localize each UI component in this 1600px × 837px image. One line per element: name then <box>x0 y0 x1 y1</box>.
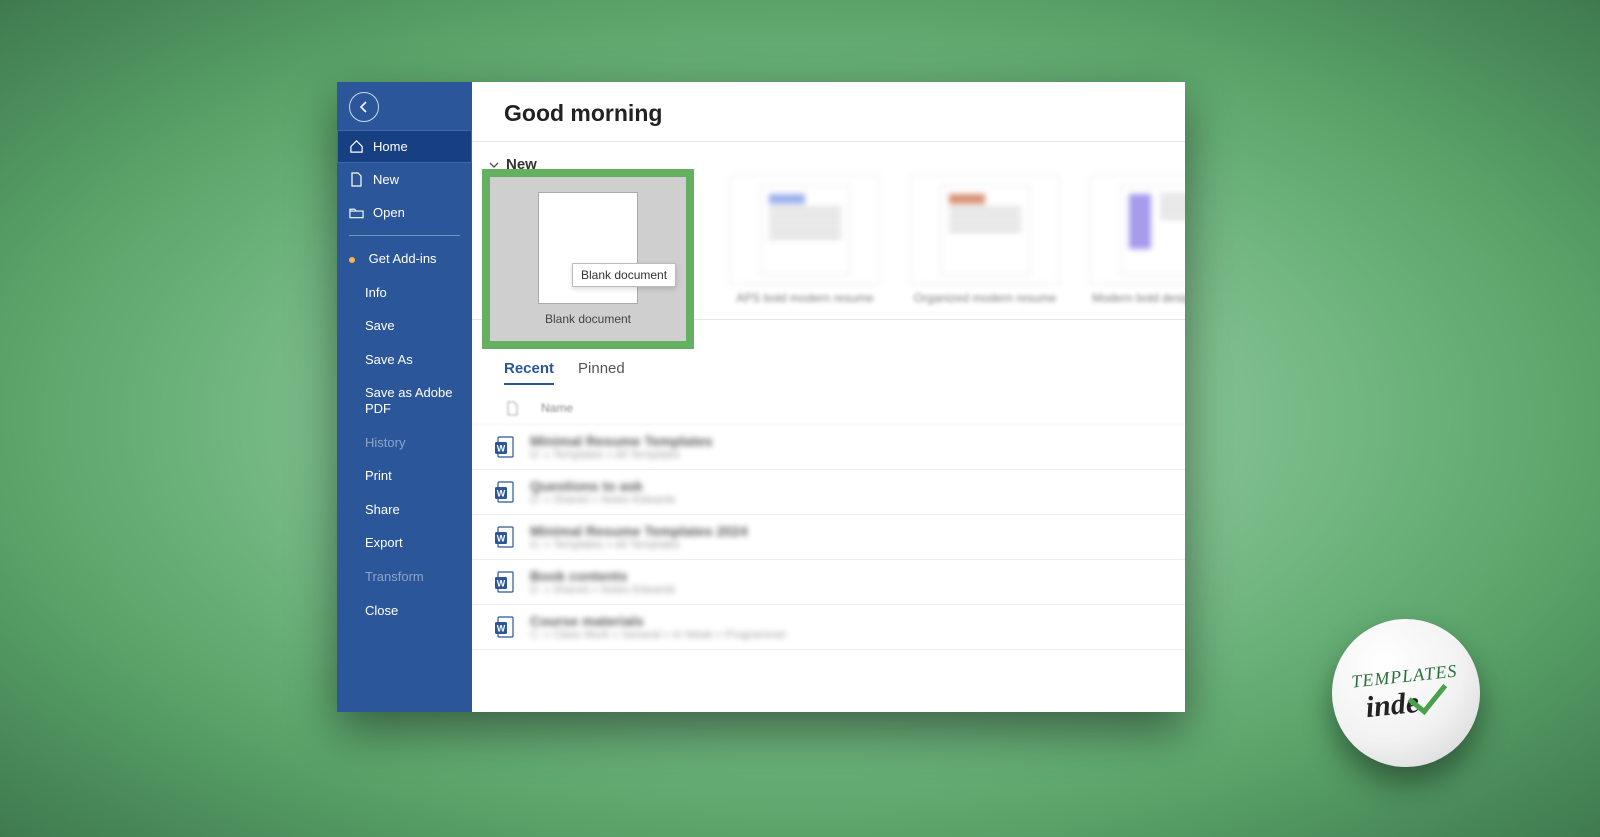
document-icon <box>506 401 519 416</box>
template-label: Modern bold designer res... <box>1090 291 1185 305</box>
sidebar-item-label: Share <box>365 502 400 517</box>
doc-path: C: » Class Work » General » In Week » Pr… <box>530 629 786 641</box>
sidebar-item-label: Transform <box>365 569 424 584</box>
word-start-window: Home New Open Get Add-ins Info Save Save… <box>337 82 1185 712</box>
backstage-sidebar: Home New Open Get Add-ins Info Save Save… <box>337 82 472 712</box>
word-doc-icon: W <box>494 480 516 504</box>
sidebar-item-label: Open <box>373 205 405 220</box>
main-content: Good morning New Blank document Blank do… <box>472 82 1185 712</box>
recent-doc-row[interactable]: W Course materialsC: » Class Work » Gener… <box>472 605 1185 650</box>
sidebar-item-label: Save <box>365 318 395 333</box>
folder-open-icon <box>349 205 364 220</box>
doc-title: Minimal Resume Templates 2024 <box>530 523 748 539</box>
template-card[interactable]: APS bold modern resume <box>730 175 880 305</box>
home-icon <box>349 139 364 154</box>
sidebar-item-label: New <box>373 172 399 187</box>
sidebar-item-label: Save As <box>365 352 413 367</box>
doc-path: D: » Shared » Notes Edwards <box>530 494 676 506</box>
sidebar-item-new[interactable]: New <box>337 163 472 196</box>
sidebar-item-label: Export <box>365 535 403 550</box>
svg-text:W: W <box>497 489 506 499</box>
templates-row: Blank document Blank document APS bold m… <box>472 175 1185 319</box>
column-header-name: Name <box>541 401 573 416</box>
logo-text: TEMPLATES inde <box>1350 660 1462 726</box>
sidebar-item-print[interactable]: Print <box>337 459 472 493</box>
sidebar-item-save-as[interactable]: Save As <box>337 343 472 377</box>
recent-documents-list: WMinimal Resume TemplatesD: » Templates … <box>472 425 1185 650</box>
templates-index-logo: TEMPLATES inde <box>1332 619 1480 767</box>
tab-pinned[interactable]: Pinned <box>578 360 625 385</box>
sidebar-item-history: History <box>337 426 472 460</box>
template-label: Organized modern resume <box>910 291 1060 305</box>
template-thumb-icon <box>730 175 880 285</box>
recent-doc-row[interactable]: W Questions to askD: » Shared » Notes Edw… <box>472 470 1185 515</box>
sidebar-item-label: Get Add-ins <box>369 251 437 266</box>
doc-path: D: » Shared » Notes Edwards <box>530 584 676 596</box>
back-button[interactable] <box>349 92 379 122</box>
doc-title: Book contents <box>530 568 676 584</box>
sidebar-item-home[interactable]: Home <box>337 130 472 163</box>
template-thumb-icon <box>1090 175 1185 285</box>
template-label: Blank document <box>545 312 631 326</box>
doc-title: Minimal Resume Templates <box>530 433 713 449</box>
sidebar-item-label: Home <box>373 139 408 154</box>
doc-title: Questions to ask <box>530 478 676 494</box>
recent-doc-row[interactable]: W Minimal Resume Templates 2024D: » Templ… <box>472 515 1185 560</box>
word-doc-icon: W <box>494 615 516 639</box>
tooltip: Blank document <box>572 263 676 287</box>
sidebar-item-close[interactable]: Close <box>337 594 472 628</box>
doc-path: D: » Templates » All Templates <box>530 449 713 461</box>
template-thumb-icon <box>910 175 1060 285</box>
doc-title: Course materials <box>530 613 786 629</box>
sidebar-item-open[interactable]: Open <box>337 196 472 229</box>
recent-doc-row[interactable]: W Minimal Resume TemplatesD: » Templates … <box>472 425 1185 470</box>
sidebar-item-save[interactable]: Save <box>337 309 472 343</box>
recent-doc-row[interactable]: W Book contentsD: » Shared » Notes Edward… <box>472 560 1185 605</box>
list-header: Name <box>472 385 1185 425</box>
word-doc-icon: W <box>494 570 516 594</box>
sidebar-item-share[interactable]: Share <box>337 493 472 527</box>
sidebar-item-label: Save as Adobe PDF <box>365 385 452 416</box>
template-card[interactable]: Modern bold designer res... <box>1090 175 1185 305</box>
svg-text:W: W <box>497 534 506 544</box>
sidebar-item-label: Close <box>365 603 398 618</box>
page-title: Good morning <box>472 82 1185 141</box>
blank-page-icon <box>538 192 638 304</box>
template-card[interactable]: Organized modern resume <box>910 175 1060 305</box>
sidebar-item-get-addins[interactable]: Get Add-ins <box>337 242 472 276</box>
sidebar-item-export[interactable]: Export <box>337 526 472 560</box>
svg-text:W: W <box>497 444 506 454</box>
arrow-left-icon <box>356 99 372 115</box>
doc-path: D: » Templates » All Templates <box>530 539 748 551</box>
svg-text:W: W <box>497 579 506 589</box>
template-label: APS bold modern resume <box>730 291 880 305</box>
word-doc-icon: W <box>494 435 516 459</box>
sidebar-item-label: Print <box>365 468 392 483</box>
sidebar-item-label: Info <box>365 285 387 300</box>
sidebar-item-info[interactable]: Info <box>337 276 472 310</box>
word-doc-icon: W <box>494 525 516 549</box>
sidebar-item-label: History <box>365 435 405 450</box>
svg-text:W: W <box>497 624 506 634</box>
addins-dot-icon <box>349 257 355 263</box>
tab-recent[interactable]: Recent <box>504 360 554 385</box>
sidebar-item-save-as-pdf[interactable]: Save as Adobe PDF <box>337 376 472 425</box>
sidebar-item-transform: Transform <box>337 560 472 594</box>
blank-document-highlight[interactable]: Blank document Blank document <box>482 169 694 349</box>
document-icon <box>349 172 364 187</box>
sidebar-divider <box>349 235 460 236</box>
